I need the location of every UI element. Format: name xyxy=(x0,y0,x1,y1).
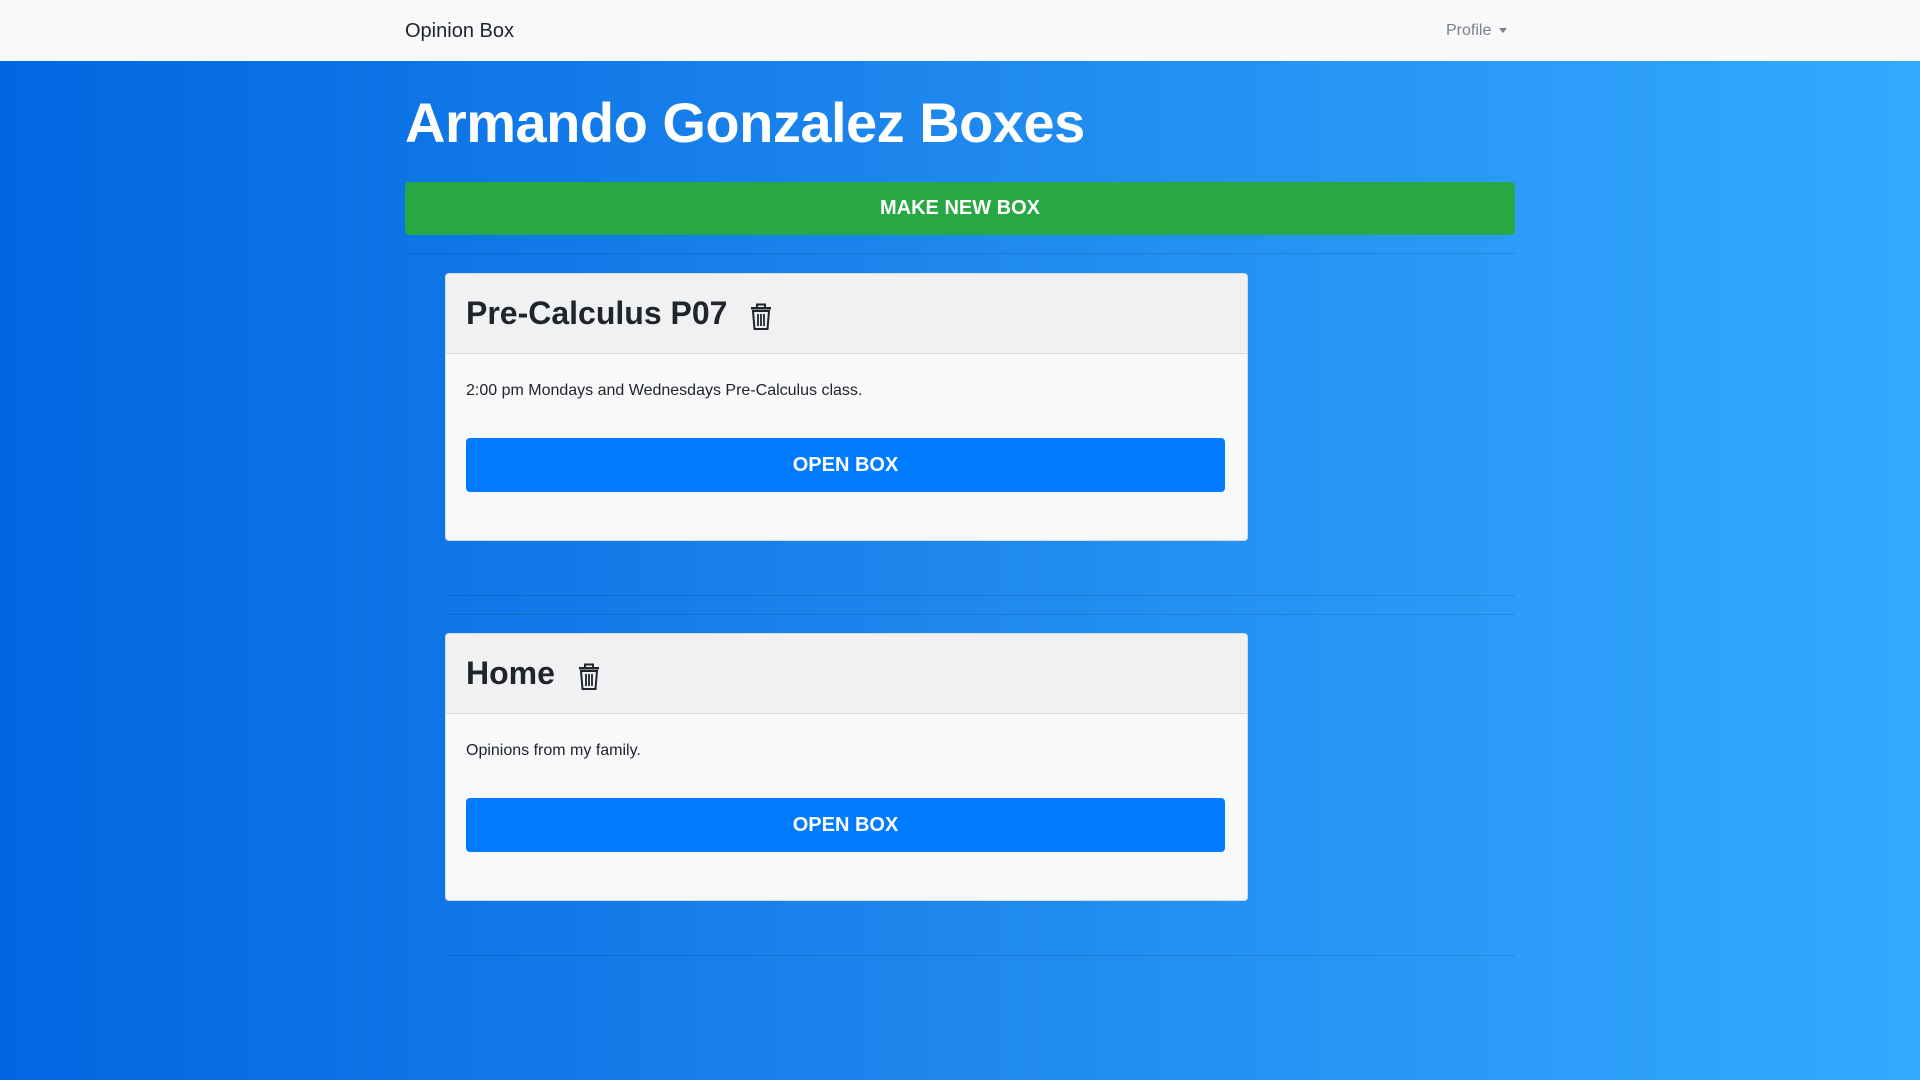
brand-link[interactable]: Opinion Box xyxy=(405,20,514,43)
trash-icon[interactable] xyxy=(749,303,773,331)
open-box-button[interactable]: OPEN BOX xyxy=(466,438,1225,492)
open-box-button[interactable]: OPEN BOX xyxy=(466,798,1225,852)
divider xyxy=(445,595,1515,596)
box-card-body: Opinions from my family. OPEN BOX xyxy=(446,714,1247,852)
box-card: Pre-Calculus P07 2:00 pm Mondays and Wed… xyxy=(445,273,1248,541)
box-title: Home xyxy=(466,655,555,691)
make-new-box-button[interactable]: MAKE NEW BOX xyxy=(405,182,1515,235)
divider xyxy=(405,253,1515,254)
box-card-body: 2:00 pm Mondays and Wednesdays Pre-Calcu… xyxy=(446,354,1247,492)
page-title: Armando Gonzalez Boxes xyxy=(405,91,1085,154)
caret-down-icon xyxy=(1499,27,1508,33)
box-card-header: Home xyxy=(446,634,1247,714)
divider xyxy=(445,955,1515,956)
divider xyxy=(445,614,1515,615)
box-card: Home Opinions from my family. OPEN BOX xyxy=(445,633,1248,901)
profile-label: Profile xyxy=(1446,22,1492,39)
box-card-header: Pre-Calculus P07 xyxy=(446,274,1247,354)
box-title: Pre-Calculus P07 xyxy=(466,295,728,331)
profile-dropdown[interactable]: Profile xyxy=(1446,22,1508,40)
box-description: Opinions from my family. xyxy=(466,742,641,759)
box-description: 2:00 pm Mondays and Wednesdays Pre-Calcu… xyxy=(466,382,863,399)
trash-icon[interactable] xyxy=(577,663,601,691)
navbar: Opinion Box Profile xyxy=(0,0,1920,61)
